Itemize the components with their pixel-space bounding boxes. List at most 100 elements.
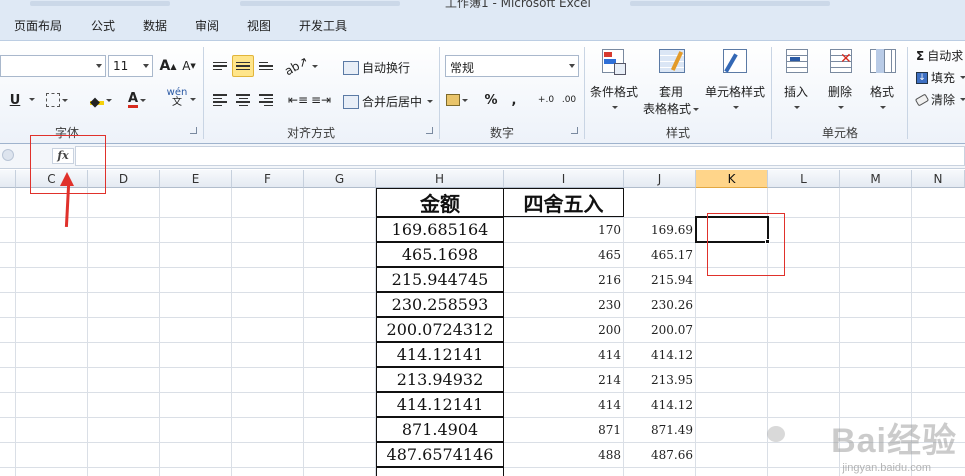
underline-button[interactable]: U (4, 89, 26, 111)
tab-view[interactable]: 视图 (247, 17, 271, 34)
column-header-b[interactable] (0, 170, 16, 188)
align-top-button[interactable] (209, 55, 231, 77)
rounded-cell[interactable]: 170 (504, 217, 624, 242)
column-header-i[interactable]: I (504, 170, 624, 188)
align-dialog-launcher-icon[interactable] (426, 127, 433, 134)
column-header-h[interactable]: H (376, 170, 504, 188)
amount-cell-partial[interactable] (376, 467, 504, 476)
insert-cells-icon (780, 47, 812, 77)
align-middle-button[interactable] (232, 55, 254, 77)
amount-cell[interactable]: 169.685164 (376, 217, 504, 242)
grow-font-button[interactable]: A ▲ (157, 55, 179, 77)
delete-cells-button[interactable]: ✕ 删除 (820, 47, 860, 114)
font-dialog-launcher-icon[interactable] (190, 127, 197, 134)
round2-cell[interactable]: 230.26 (624, 292, 696, 317)
column-header-n[interactable]: N (912, 170, 965, 188)
amount-cell[interactable]: 230.258593 (376, 292, 504, 317)
accounting-format-button[interactable] (446, 89, 468, 111)
conditional-format-button[interactable]: 条件格式 (588, 47, 640, 114)
rounded-cell[interactable]: 214 (504, 367, 624, 392)
amount-cell[interactable]: 213.94932 (376, 367, 504, 392)
merge-center-button[interactable]: 合并后居中 (343, 93, 434, 110)
align-left-button[interactable] (209, 89, 231, 111)
tab-data[interactable]: 数据 (143, 17, 167, 34)
shrink-font-button[interactable]: A ▼ (178, 55, 200, 77)
round2-cell[interactable]: 465.17 (624, 242, 696, 267)
column-header-m[interactable]: M (840, 170, 912, 188)
worksheet-grid[interactable]: 金额 四舍五入 169.685164 170 169.69 465.1698 4… (0, 188, 965, 476)
round2-cell[interactable]: 414.12 (624, 342, 696, 367)
round2-cell[interactable]: 200.07 (624, 317, 696, 342)
round2-cell[interactable]: 871.49 (624, 417, 696, 442)
tab-page-layout[interactable]: 页面布局 (14, 17, 62, 34)
amount-cell[interactable]: 414.12141 (376, 392, 504, 417)
column-header-l[interactable]: L (768, 170, 840, 188)
round2-cell[interactable]: 487.66 (624, 442, 696, 467)
fill-color-button[interactable]: ◆ (90, 89, 112, 111)
font-color-button[interactable]: A (126, 89, 148, 111)
header-cell-amount[interactable]: 金额 (376, 188, 504, 217)
round2-cell[interactable]: 215.94 (624, 267, 696, 292)
amount-cell[interactable]: 414.12141 (376, 342, 504, 367)
decrease-decimal-button[interactable]: .00 (558, 89, 580, 111)
column-header-e[interactable]: E (160, 170, 232, 188)
window-title: 工作簿1 - Microsoft Excel (445, 0, 591, 8)
fill-button[interactable]: ↓ 填充 (916, 69, 965, 86)
rounded-cell[interactable]: 871 (504, 417, 624, 442)
percent-button[interactable]: % (480, 89, 502, 111)
rounded-cell[interactable]: 465 (504, 242, 624, 267)
align-right-button[interactable] (255, 89, 277, 111)
align-middle-icon (236, 61, 250, 71)
phonetic-button[interactable]: wén 文 (166, 87, 188, 109)
cell-styles-label: 单元格样式 (704, 85, 765, 99)
rounded-cell[interactable]: 414 (504, 392, 624, 417)
font-size-select[interactable]: 11 (108, 55, 153, 77)
clear-button[interactable]: 清除 (914, 91, 965, 108)
column-header-f[interactable]: F (232, 170, 304, 188)
comma-button[interactable]: , (503, 89, 525, 111)
grid-vline (231, 188, 232, 476)
rounded-cell[interactable]: 200 (504, 317, 624, 342)
format-cells-button[interactable]: 格式 (862, 47, 902, 114)
amount-cell[interactable]: 215.944745 (376, 267, 504, 292)
tab-formulas[interactable]: 公式 (91, 17, 115, 34)
rounded-cell[interactable]: 216 (504, 267, 624, 292)
amount-cell[interactable]: 465.1698 (376, 242, 504, 267)
rounded-cell[interactable]: 488 (504, 442, 624, 467)
font-name-select[interactable] (0, 55, 106, 77)
number-format-select[interactable]: 常规 (445, 55, 579, 77)
formula-input[interactable] (75, 146, 965, 166)
rounded-cell[interactable]: 414 (504, 342, 624, 367)
number-dialog-launcher-icon[interactable] (571, 127, 578, 134)
increase-decimal-button[interactable]: +.0 (535, 89, 557, 111)
decrease-indent-button[interactable]: ⇤≡ (287, 89, 309, 111)
amount-cell[interactable]: 487.6574146 (376, 442, 504, 467)
format-as-table-button[interactable]: 套用 表格格式 (641, 47, 701, 117)
align-center-button[interactable] (232, 89, 254, 111)
amount-cell[interactable]: 871.4904 (376, 417, 504, 442)
align-bottom-button[interactable] (255, 55, 277, 77)
border-button[interactable] (46, 89, 68, 111)
merge-center-label: 合并后居中 (362, 95, 423, 109)
wrap-text-button[interactable]: 自动换行 (343, 59, 410, 76)
increase-indent-button[interactable]: ≡⇥ (310, 89, 332, 111)
formula-bar-handle-icon[interactable] (2, 149, 14, 161)
column-header-g[interactable]: G (304, 170, 376, 188)
round2-cell[interactable]: 213.95 (624, 367, 696, 392)
column-header-j[interactable]: J (624, 170, 696, 188)
tab-developer[interactable]: 开发工具 (299, 17, 347, 34)
amount-cell[interactable]: 200.0724312 (376, 317, 504, 342)
orientation-button[interactable]: ab↗ (283, 54, 318, 78)
round2-cell[interactable]: 169.69 (624, 217, 696, 242)
header-cell-rounded[interactable]: 四舍五入 (503, 188, 624, 217)
phonetic-dropdown-icon[interactable] (190, 98, 196, 101)
column-header-k[interactable]: K (696, 170, 768, 188)
tab-review[interactable]: 审阅 (195, 17, 219, 34)
rounded-cell[interactable]: 230 (504, 292, 624, 317)
underline-dropdown-icon[interactable] (29, 98, 35, 101)
cell-styles-button[interactable]: 单元格样式 (703, 47, 767, 114)
round2-cell[interactable]: 414.12 (624, 392, 696, 417)
grid-vline (159, 188, 160, 476)
insert-cells-button[interactable]: 插入 (776, 47, 816, 114)
autosum-button[interactable]: Σ 自动求 (916, 47, 963, 64)
